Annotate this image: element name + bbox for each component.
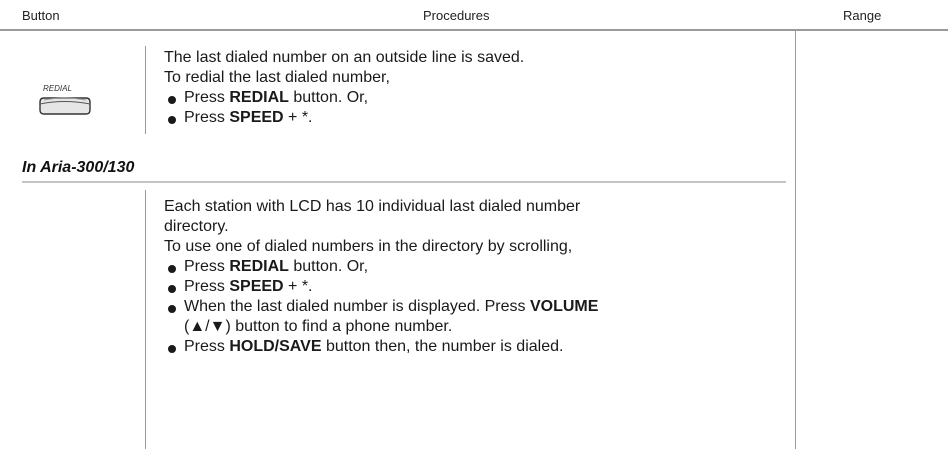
column-header-button: Button <box>22 8 60 23</box>
range-column-divider <box>795 31 796 449</box>
list-item: When the last dialed number is displayed… <box>164 297 598 337</box>
section-divider <box>22 181 786 183</box>
bullet-icon <box>168 265 176 273</box>
list-item: Press SPEED + *. <box>164 108 524 128</box>
column-header-range: Range <box>843 8 882 23</box>
bullet-icon <box>168 285 176 293</box>
bullet-icon <box>168 116 176 124</box>
list-item: Press HOLD/SAVE button then, the number … <box>164 337 598 357</box>
aria-description: Each station with LCD has 10 individual … <box>164 197 598 357</box>
redial-description: The last dialed number on an outside lin… <box>164 48 524 128</box>
column-header-procedures: Procedures <box>423 8 490 23</box>
redial-key-icon: REDIAL <box>34 80 94 122</box>
button-column-divider-bottom <box>145 190 146 449</box>
bullet-icon <box>168 96 176 104</box>
text-line: directory. <box>164 218 229 235</box>
header-divider <box>0 29 948 31</box>
text-line: The last dialed number on an outside lin… <box>164 49 525 66</box>
svg-text:REDIAL: REDIAL <box>43 84 72 93</box>
text-line: To redial the last dialed number, <box>164 69 390 86</box>
list-item: Press REDIAL button. Or, <box>164 88 524 108</box>
bullet-icon <box>168 345 176 353</box>
list-item: Press REDIAL button. Or, <box>164 257 598 277</box>
text-line: To use one of dialed numbers in the dire… <box>164 238 573 255</box>
button-column-divider-top <box>145 46 146 134</box>
text-line: Each station with LCD has 10 individual … <box>164 198 581 215</box>
section-heading: In Aria-300/130 <box>22 159 135 176</box>
text-line: (▲/▼) button to find a phone number. <box>184 318 453 335</box>
bullet-icon <box>168 305 176 313</box>
list-item: Press SPEED + *. <box>164 277 598 297</box>
